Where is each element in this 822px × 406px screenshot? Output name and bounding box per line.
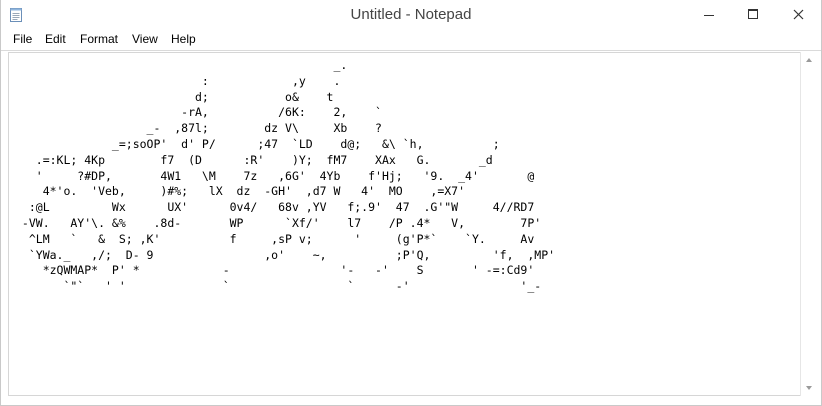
minimize-button[interactable] [687,0,731,29]
text-editor-area[interactable]: _. : ,y . d; o& t -rA, /6K: 2, ` _- ,87l… [8,52,800,396]
scroll-down-arrow-icon [806,386,812,390]
title-bar[interactable]: Untitled - Notepad [1,0,821,30]
maximize-icon [748,9,758,19]
menu-file[interactable]: File [13,32,32,46]
notepad-window: Untitled - Notepad File Edit Format View… [0,0,822,406]
scroll-up-button[interactable] [801,52,817,68]
close-button[interactable] [777,0,821,29]
scroll-up-arrow-icon [806,58,812,62]
minimize-icon [704,15,714,16]
close-icon [793,9,804,20]
vertical-scrollbar[interactable] [800,52,817,396]
menu-help[interactable]: Help [171,32,196,46]
menu-edit[interactable]: Edit [45,32,66,46]
scroll-down-button[interactable] [801,380,817,396]
maximize-button[interactable] [731,0,775,29]
menu-view[interactable]: View [132,32,158,46]
menu-format[interactable]: Format [80,32,118,46]
editor-text[interactable]: _. : ,y . d; o& t -rA, /6K: 2, ` _- ,87l… [15,58,555,295]
menu-bar: File Edit Format View Help [1,30,821,51]
